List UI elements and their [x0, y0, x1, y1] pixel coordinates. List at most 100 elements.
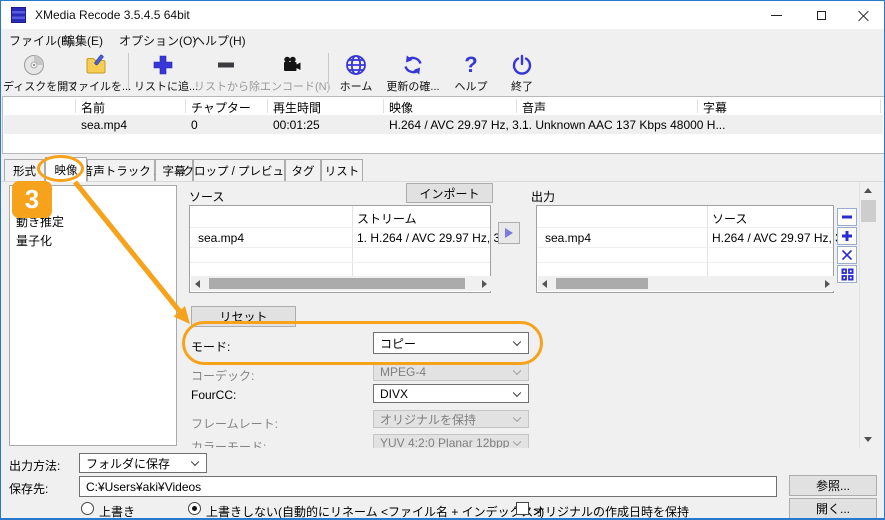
- scroll-left-icon[interactable]: [542, 280, 547, 288]
- file-chapter: 0: [191, 118, 198, 132]
- keep-date-checkbox[interactable]: [516, 502, 529, 515]
- overwrite-radio[interactable]: [81, 502, 94, 515]
- window-title: XMedia Recode 3.5.4.5 64bit: [35, 8, 190, 22]
- encode-button[interactable]: エンコード(N): [260, 51, 330, 93]
- stream-matrix-button[interactable]: [837, 265, 857, 283]
- globe-icon: [334, 51, 378, 78]
- tab-audio-track-1[interactable]: 音声トラック 1: [82, 159, 160, 181]
- power-icon: [498, 51, 546, 78]
- tree-item-quantization[interactable]: 量子化: [10, 231, 176, 250]
- open-disc-button[interactable]: ディスクを開く: [3, 51, 79, 93]
- scroll-right-icon[interactable]: [482, 280, 487, 288]
- toolbar: ディスクを開く ファイルを... リストに追... リストから除... エンコー…: [1, 49, 884, 95]
- column-name[interactable]: 名前: [81, 99, 105, 116]
- encode-camera-icon: [260, 51, 324, 78]
- menu-help[interactable]: ヘルプ(H): [189, 31, 250, 50]
- stream-remove-button[interactable]: [837, 208, 857, 226]
- output-row-source[interactable]: H.264 / AVC 29.97 Hz, 384: [712, 231, 855, 245]
- minimize-icon: [771, 14, 782, 16]
- scroll-thumb[interactable]: [861, 200, 876, 222]
- menu-options[interactable]: オプション(O): [115, 31, 200, 50]
- remove-from-list-button[interactable]: リストから除...: [194, 51, 269, 93]
- save-path-input[interactable]: C:¥Users¥aki¥Videos: [79, 476, 777, 497]
- fourcc-select[interactable]: DIVX: [373, 384, 529, 403]
- minimize-button[interactable]: [754, 1, 799, 29]
- source-hscrollbar[interactable]: [191, 276, 491, 291]
- stream-delete-button[interactable]: [837, 246, 857, 264]
- file-video: H.264 / AVC 29.97 Hz, 3...: [389, 118, 529, 132]
- import-button[interactable]: インポート: [406, 183, 493, 203]
- question-icon: ?: [464, 51, 478, 77]
- chevron-down-icon: [512, 366, 522, 376]
- tab-crop-preview[interactable]: クロップ / プレビュー: [182, 159, 296, 181]
- minus-icon: [194, 51, 257, 78]
- home-button[interactable]: ホーム: [334, 51, 378, 93]
- stream-column-header[interactable]: ストリーム: [357, 210, 417, 227]
- file-list: 名前 チャプター 再生時間 映像 音声 字幕 sea.mp4 0 00:01:2…: [2, 96, 884, 154]
- scroll-down-icon[interactable]: [864, 437, 872, 442]
- panel-vscrollbar[interactable]: [859, 182, 876, 448]
- menu-edit[interactable]: 編集(E): [59, 31, 107, 50]
- plus-icon: [134, 51, 191, 78]
- bottom-panel: 出力方法: フォルダに保存 保存先: C:¥Users¥aki¥Videos 参…: [1, 448, 884, 518]
- annotation-highlight-mode-row: [182, 321, 543, 365]
- file-name: sea.mp4: [81, 118, 128, 132]
- chevron-down-icon: [190, 457, 200, 467]
- annotation-ellipse-video-tab: [37, 155, 84, 182]
- scroll-thumb[interactable]: [209, 278, 465, 289]
- scroll-thumb[interactable]: [556, 278, 648, 289]
- open-button[interactable]: 開く...: [789, 498, 877, 518]
- add-to-list-button[interactable]: リストに追...: [134, 51, 198, 93]
- app-logo-icon: [11, 7, 26, 23]
- framerate-select: オリジナルを保持: [373, 410, 529, 428]
- help-button[interactable]: ? ヘルプ: [448, 51, 494, 93]
- disc-icon: [3, 51, 65, 78]
- arrow-right-icon: [505, 228, 513, 238]
- x-icon: [841, 249, 853, 261]
- output-method-label: 出力方法:: [9, 459, 61, 473]
- transfer-button[interactable]: [498, 222, 520, 244]
- column-audio[interactable]: 音声: [522, 99, 546, 116]
- column-subtitle[interactable]: 字幕: [703, 99, 727, 116]
- title-bar: XMedia Recode 3.5.4.5 64bit: [1, 1, 884, 29]
- maximize-icon: [817, 10, 826, 20]
- scroll-up-icon[interactable]: [864, 188, 872, 193]
- plus-icon: [842, 231, 852, 241]
- codec-label: コーデック:: [191, 369, 255, 383]
- file-row[interactable]: sea.mp4 0 00:01:25 H.264 / AVC 29.97 Hz,…: [4, 115, 883, 134]
- output-row-name[interactable]: sea.mp4: [545, 231, 591, 245]
- toolbar-separator: [128, 53, 129, 91]
- maximize-button[interactable]: [799, 1, 844, 29]
- tab-tag[interactable]: タグ: [285, 159, 321, 181]
- output-hscrollbar[interactable]: [538, 276, 834, 291]
- browse-button[interactable]: 参照...: [789, 475, 877, 496]
- codec-select: MPEG-4: [373, 363, 529, 381]
- output-method-select[interactable]: フォルダに保存: [79, 453, 207, 473]
- overwrite-radio-label[interactable]: 上書き: [99, 503, 135, 518]
- toolbar-separator: [328, 53, 329, 91]
- framerate-label: フレームレート:: [191, 417, 278, 431]
- exit-button[interactable]: 終了: [498, 51, 546, 93]
- column-video[interactable]: 映像: [389, 99, 413, 116]
- output-source-column-header[interactable]: ソース: [712, 210, 747, 227]
- keep-date-checkbox-label[interactable]: オリジナルの作成日時を保持: [533, 503, 689, 518]
- column-duration[interactable]: 再生時間: [273, 99, 321, 116]
- source-row-stream[interactable]: 1. H.264 / AVC 29.97 Hz, 3840: [357, 231, 520, 245]
- tab-list[interactable]: リスト: [321, 159, 363, 181]
- close-button[interactable]: [841, 1, 884, 29]
- scroll-right-icon[interactable]: [825, 280, 830, 288]
- source-row-name[interactable]: sea.mp4: [198, 231, 244, 245]
- video-settings-tree: 動き推定 量子化: [9, 185, 177, 446]
- column-chapter[interactable]: チャプター: [191, 99, 251, 116]
- chevron-down-icon: [512, 437, 522, 447]
- file-audio: 1. Unknown AAC 137 Kbps 48000 H...: [522, 118, 726, 132]
- open-file-button[interactable]: ファイルを...: [67, 51, 131, 93]
- scroll-left-icon[interactable]: [195, 280, 200, 288]
- stream-add-button[interactable]: [837, 227, 857, 245]
- source-table: ストリーム sea.mp4 1. H.264 / AVC 29.97 Hz, 3…: [189, 205, 520, 293]
- save-to-label: 保存先:: [9, 482, 49, 496]
- check-updates-button[interactable]: 更新の確...: [382, 51, 444, 93]
- no-overwrite-radio-label[interactable]: 上書きしない(自動的にリネーム <ファイル名 + インデックス>): [206, 503, 544, 518]
- menu-bar: ファイル(F) 編集(E) オプション(O) ヘルプ(H): [1, 29, 884, 49]
- no-overwrite-radio[interactable]: [188, 502, 201, 515]
